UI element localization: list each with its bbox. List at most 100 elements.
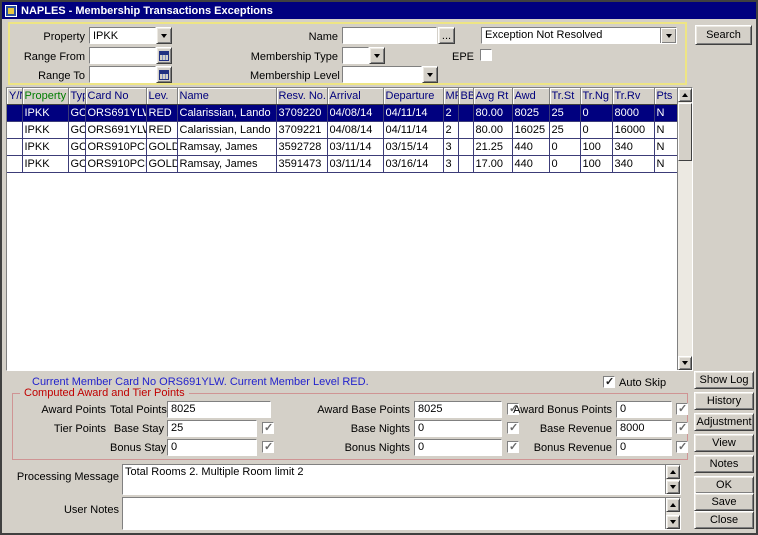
grid-cell[interactable]: ORS691YLW (85, 121, 146, 138)
base-nights-field[interactable]: 0 (414, 420, 502, 437)
membership-type-dropdown-button[interactable] (369, 47, 385, 64)
grid-cell[interactable]: GC (68, 104, 85, 121)
grid-cell[interactable]: 17.00 (473, 155, 512, 172)
view-button[interactable]: View (694, 434, 754, 452)
save-button[interactable]: Save (694, 493, 754, 511)
grid-cell[interactable]: Ramsay, James (177, 138, 276, 155)
column-header-property[interactable]: Property (22, 88, 68, 104)
membership-type-input[interactable] (342, 47, 369, 64)
range-from-input[interactable] (89, 47, 156, 64)
bonus-nights-field[interactable]: 0 (414, 439, 502, 456)
name-input[interactable] (342, 27, 437, 44)
exception-dropdown-button[interactable] (660, 28, 676, 43)
column-header-pts[interactable]: Pts (654, 88, 677, 104)
epe-checkbox[interactable] (480, 49, 492, 61)
grid-cell[interactable]: N (654, 104, 677, 121)
membership-level-dropdown-button[interactable] (422, 66, 438, 83)
base-revenue-checkbox[interactable] (676, 422, 688, 434)
exception-status-combobox[interactable]: Exception Not Resolved (481, 27, 677, 44)
grid-cell[interactable]: ORS910PCD (85, 155, 146, 172)
grid-cell[interactable]: GC (68, 155, 85, 172)
pm-scroll-up-button[interactable] (666, 465, 680, 479)
un-scroll-up-button[interactable] (666, 498, 680, 512)
total-points-field[interactable]: 8025 (167, 401, 271, 418)
property-input[interactable] (89, 27, 156, 44)
grid-cell[interactable]: Calarissian, Lando (177, 104, 276, 121)
grid-cell[interactable]: 3592728 (276, 138, 327, 155)
grid-cell[interactable]: 100 (580, 155, 612, 172)
grid-cell[interactable]: 440 (512, 155, 549, 172)
grid-cell[interactable]: 8025 (512, 104, 549, 121)
grid-row-2[interactable]: IPKKGCORS910PCDGOLDRamsay, James35927280… (7, 138, 677, 155)
base-stay-field[interactable]: 25 (167, 420, 257, 437)
grid-cell[interactable] (458, 104, 473, 121)
grid-cell[interactable]: 0 (580, 104, 612, 121)
column-header-name[interactable]: Name (177, 88, 276, 104)
ok-button[interactable]: OK (694, 476, 754, 494)
grid-cell[interactable]: RED (146, 121, 177, 138)
grid-cell[interactable]: 04/11/14 (383, 104, 443, 121)
grid-cell[interactable]: ORS910PCD (85, 138, 146, 155)
grid-cell[interactable]: GC (68, 121, 85, 138)
grid-cell[interactable]: 0 (549, 155, 580, 172)
grid-cell[interactable]: 2 (443, 121, 458, 138)
auto-skip-checkbox[interactable] (603, 376, 615, 388)
bonus-revenue-checkbox[interactable] (676, 441, 688, 453)
grid-cell[interactable] (7, 121, 22, 138)
grid-cell[interactable]: 03/16/14 (383, 155, 443, 172)
grid-cell[interactable]: ORS691YLW (85, 104, 146, 121)
grid-cell[interactable]: 03/15/14 (383, 138, 443, 155)
grid-cell[interactable]: IPKK (22, 155, 68, 172)
grid-cell[interactable]: 3591473 (276, 155, 327, 172)
grid-cell[interactable]: N (654, 121, 677, 138)
grid-cell[interactable]: 80.00 (473, 121, 512, 138)
grid-cell[interactable]: 04/08/14 (327, 104, 383, 121)
notes-button[interactable]: Notes (694, 455, 754, 473)
grid-cell[interactable]: GOLD (146, 155, 177, 172)
base-revenue-field[interactable]: 8000 (616, 420, 672, 437)
award-base-points-field[interactable]: 8025 (414, 401, 502, 418)
column-header-y-n[interactable]: Y/N (7, 88, 22, 104)
grid-scrollbar[interactable] (677, 88, 692, 370)
column-header-resv-no[interactable]: Resv. No. (276, 88, 327, 104)
column-header-departure[interactable]: Departure (383, 88, 443, 104)
bonus-stay-field[interactable]: 0 (167, 439, 257, 456)
award-bonus-points-field[interactable]: 0 (616, 401, 672, 418)
grid-cell[interactable]: IPKK (22, 121, 68, 138)
grid-cell[interactable]: 440 (512, 138, 549, 155)
grid-cell[interactable] (7, 104, 22, 121)
column-header-typ[interactable]: Typ (68, 88, 85, 104)
grid-cell[interactable]: IPKK (22, 138, 68, 155)
grid-cell[interactable]: 3709221 (276, 121, 327, 138)
grid-cell[interactable] (458, 138, 473, 155)
grid-scroll-down-button[interactable] (678, 356, 692, 370)
grid-cell[interactable]: 340 (612, 138, 654, 155)
grid-cell[interactable] (458, 155, 473, 172)
range-to-calendar-button[interactable] (156, 66, 172, 83)
grid-cell[interactable]: 04/11/14 (383, 121, 443, 138)
show-log-button[interactable]: Show Log (694, 371, 754, 389)
search-button[interactable]: Search (695, 25, 752, 45)
grid-cell[interactable]: IPKK (22, 104, 68, 121)
grid-cell[interactable]: 80.00 (473, 104, 512, 121)
column-header-card-no[interactable]: Card No (85, 88, 146, 104)
grid-row-3[interactable]: IPKKGCORS910PCDGOLDRamsay, James35914730… (7, 155, 677, 172)
pm-scroll-down-button[interactable] (666, 480, 680, 494)
column-header-tr-ng[interactable]: Tr.Ng (580, 88, 612, 104)
grid-cell[interactable]: GC (68, 138, 85, 155)
grid-cell[interactable]: 2 (443, 104, 458, 121)
grid-cell[interactable]: 25 (549, 104, 580, 121)
processing-message-box[interactable]: Total Rooms 2. Multiple Room limit 2 (122, 464, 681, 495)
grid-cell[interactable]: N (654, 155, 677, 172)
grid-cell[interactable]: RED (146, 104, 177, 121)
name-lookup-button[interactable]: ... (438, 27, 455, 44)
bonus-stay-checkbox[interactable] (262, 441, 274, 453)
column-header-bb[interactable]: BB (458, 88, 473, 104)
grid-cell[interactable]: 25 (549, 121, 580, 138)
processing-message-scrollbar[interactable] (665, 465, 680, 494)
grid-cell[interactable]: 16000 (612, 121, 654, 138)
grid-cell[interactable]: 3709220 (276, 104, 327, 121)
grid-row-1[interactable]: IPKKGCORS691YLWREDCalarissian, Lando3709… (7, 121, 677, 138)
grid-cell[interactable]: 0 (580, 121, 612, 138)
grid-cell[interactable] (458, 121, 473, 138)
